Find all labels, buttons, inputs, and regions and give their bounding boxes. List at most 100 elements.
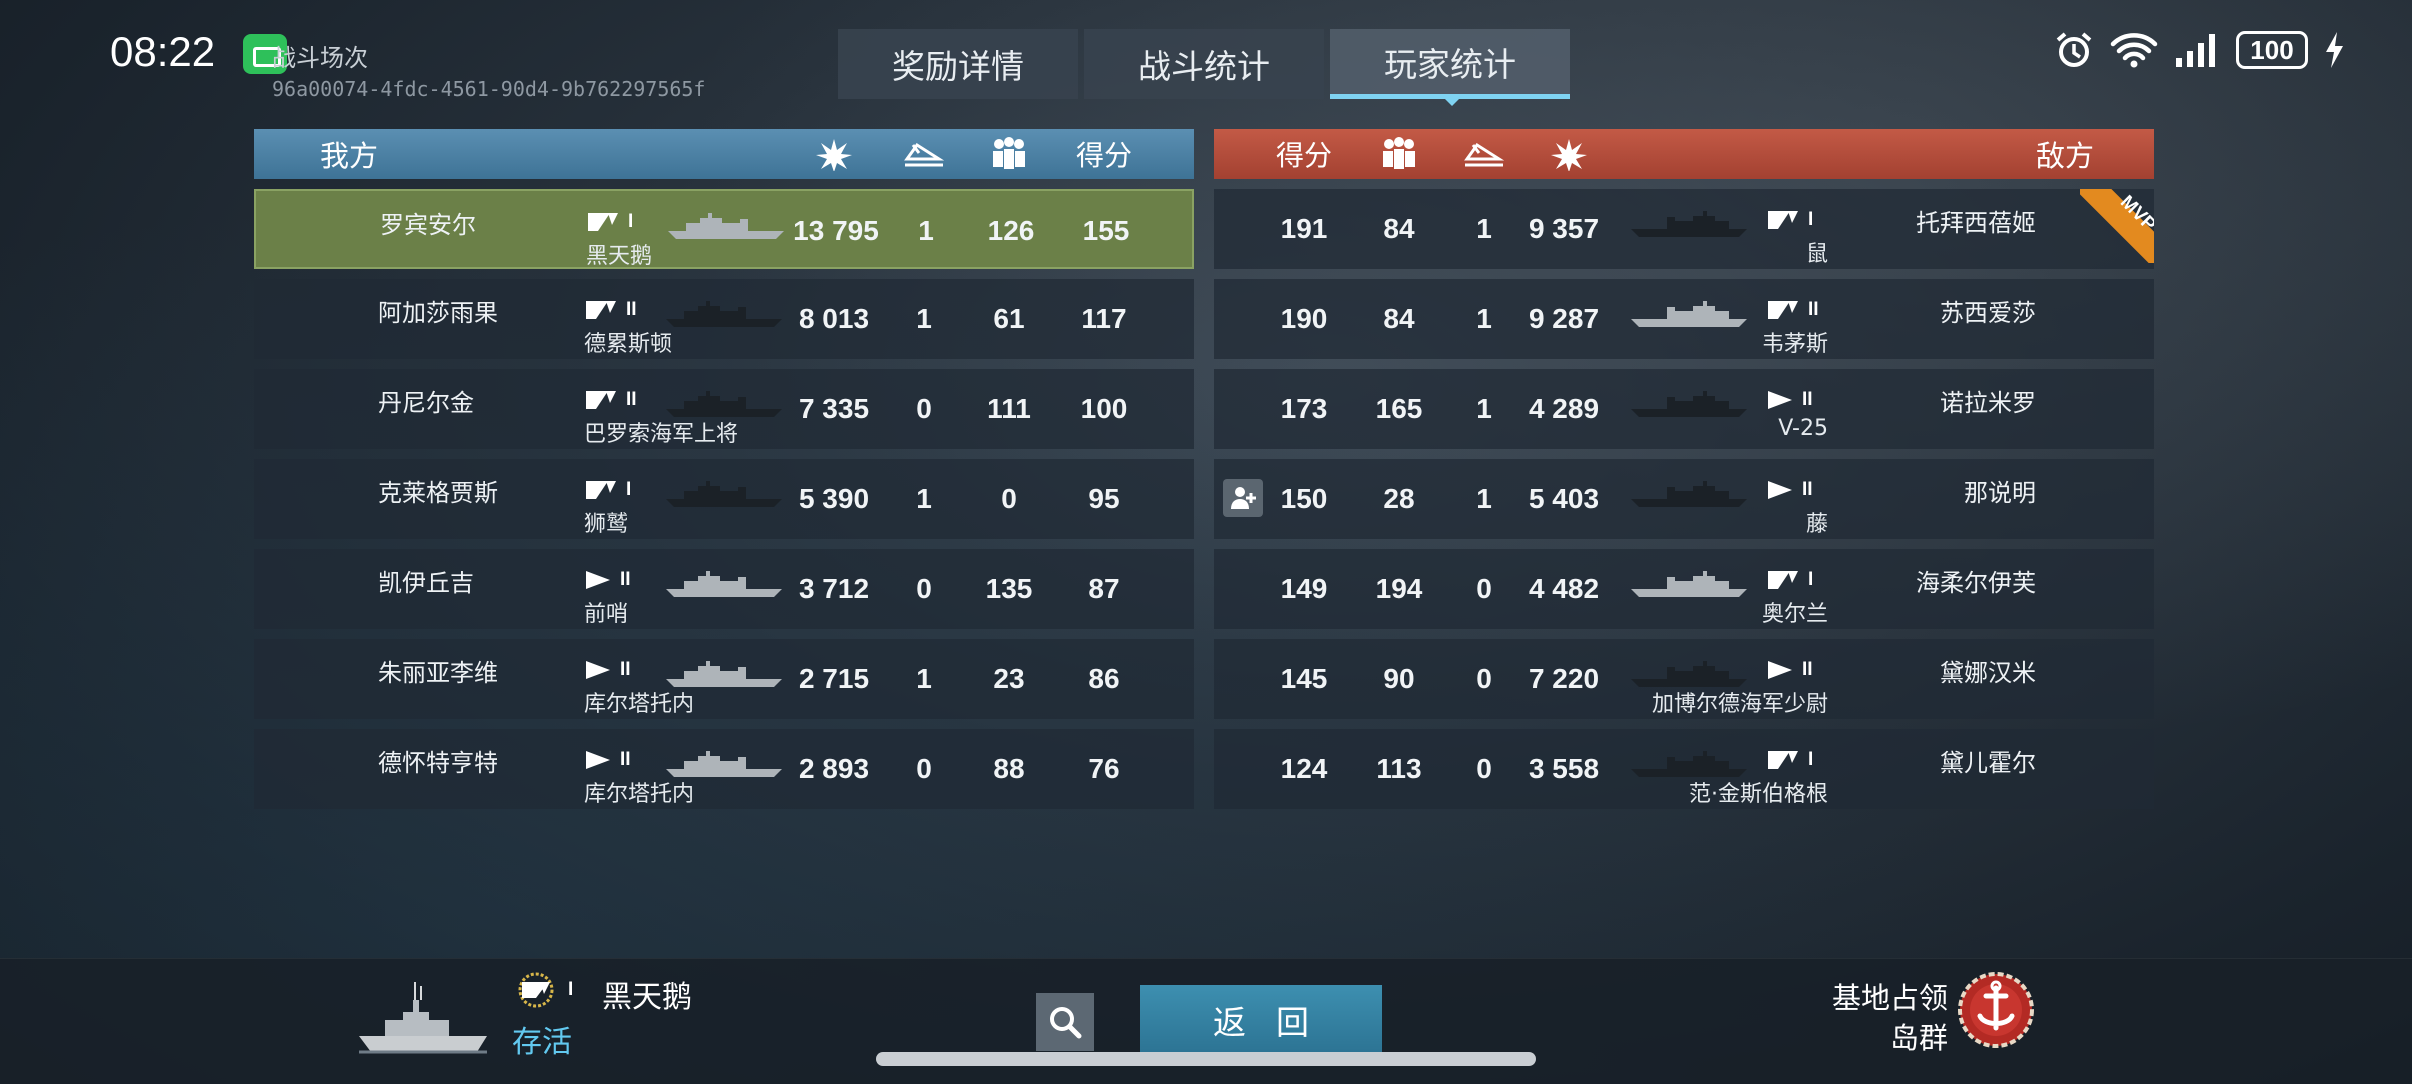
ally-player-row[interactable]: 阿加莎雨果 II 德累斯顿 8 013 1 61 117 [254,279,1194,359]
kills-value: 0 [916,753,932,784]
ship-tier: II [620,749,631,770]
damage-value: 2 893 [798,753,870,784]
damage-value: 13 795 [793,215,879,246]
enemy-team-title: 敌方 [2035,139,2094,173]
damage-value: 4 482 [1528,573,1600,604]
destroyer-class-icon: II [584,299,637,321]
destroyer-class-icon: I [586,211,633,233]
corvette-class-icon: II [584,659,631,681]
assists-value: 194 [1375,573,1423,604]
ship-silhouette-icon [1629,567,1749,605]
ally-player-row[interactable]: 凯伊丘吉 II 前哨 3 712 0 135 87 [254,549,1194,629]
ship-silhouette-icon [1629,207,1749,245]
ship-name: 巴罗索海军上将 [584,422,739,447]
ally-player-row[interactable]: 罗宾安尔 I 黑天鹅 13 795 1 126 155 [254,189,1194,269]
ally-player-row[interactable]: 德怀特亨特 II 库尔塔托内 2 893 0 88 76 [254,729,1194,809]
damage-value: 3 712 [798,573,870,604]
assists-icon [974,129,1044,179]
tab-player-stats[interactable]: 玩家统计 [1330,29,1570,99]
anchor-emblem-icon [1958,972,2034,1048]
score-value: 145 [1280,663,1328,694]
assists-value: 84 [1383,303,1415,334]
player-name: 黛娜汉米 [1940,659,2036,687]
player-name: 阿加莎雨果 [378,299,498,327]
ship-name: 库尔塔托内 [584,692,695,717]
enemy-player-row[interactable]: 150 28 1 5 403 II 藤 那说明 [1214,459,2154,539]
active-tab-pointer [1443,97,1461,106]
kills-value: 0 [1476,663,1492,694]
ship-name: 狮鹫 [584,512,629,537]
ship-tier: II [1808,299,1819,320]
tab-rewards[interactable]: 奖励详情 [838,29,1078,99]
enemy-player-row[interactable]: 191 84 1 9 357 I 鼠 托拜西蓓姬 MVP [1214,189,2154,269]
assists-icon [1364,129,1434,179]
map-name: 岛群 [1889,1021,1948,1055]
ally-score-header: 得分 [1075,139,1132,172]
destroyer-class-icon: I [1766,749,1813,771]
ally-player-row[interactable]: 丹尼尔金 II 巴罗索海军上将 7 335 0 111 100 [254,369,1194,449]
assists-value: 23 [993,663,1025,694]
assists-value: 135 [985,573,1033,604]
ship-tier: I [1808,749,1814,770]
battle-id: 96a00074-4fdc-4561-90d4-9b762297565f [272,77,706,101]
return-button[interactable]: 返回 [1140,985,1382,1055]
assists-value: 90 [1383,663,1415,694]
ally-player-row[interactable]: 朱丽亚李维 II 库尔塔托内 2 715 1 23 86 [254,639,1194,719]
mvp-label: MVP [2115,191,2154,236]
damage-value: 2 715 [798,663,870,694]
ally-player-row[interactable]: 克莱格贾斯 I 狮鹫 5 390 1 0 95 [254,459,1194,539]
ship-image [359,982,487,1054]
wifi-icon [2110,33,2158,68]
destroyer-class-icon: I [1766,569,1813,591]
enemy-player-row[interactable]: 173 165 1 4 289 II V-25 诺拉米罗 [1214,369,2154,449]
player-name: 黛儿霍尔 [1940,749,2036,777]
damage-icon [1539,129,1599,179]
add-friend-button[interactable] [1223,479,1263,517]
damage-value: 5 403 [1528,483,1600,514]
kills-value: 0 [916,393,932,424]
player-name: 罗宾安尔 [380,211,476,239]
assists-value: 165 [1375,393,1423,424]
kills-value: 0 [1476,753,1492,784]
mvp-badge: MVP [2080,189,2154,263]
damage-value: 5 390 [798,483,870,514]
enemy-player-row[interactable]: 124 113 0 3 558 I 范·金斯伯格根 黛儿霍尔 [1214,729,2154,809]
damage-value: 9 287 [1528,303,1600,334]
destroyer-class-icon: I [1766,209,1813,231]
assists-value: 84 [1383,213,1415,244]
enemy-player-row[interactable]: 190 84 1 9 287 II 韦茅斯 苏西爱莎 [1214,279,2154,359]
kills-value: 1 [916,663,932,694]
battle-title: 战斗场次 [272,44,368,72]
destroyer-class-icon [518,972,554,1008]
score-value: 173 [1280,393,1328,424]
ship-tier: I [1808,209,1814,230]
ship-name: 韦茅斯 [1761,332,1828,357]
score-value: 191 [1280,213,1328,244]
enemy-player-row[interactable]: 149 194 0 4 482 I 奥尔兰 海柔尔伊芙 [1214,549,2154,629]
ship-tier: II [1802,659,1813,680]
player-name: 诺拉米罗 [1940,389,2036,417]
tab-battle-stats[interactable]: 战斗统计 [1084,29,1324,99]
status-time: 08:22 [110,28,216,75]
ship-name: 鼠 [1805,242,1828,267]
destroyer-class-icon: I [584,479,631,501]
player-name: 那说明 [1964,479,2036,507]
search-button[interactable] [1036,993,1094,1051]
ship-tier: II [1802,389,1813,410]
ship-silhouette-icon [666,209,786,247]
damage-value: 3 558 [1528,753,1600,784]
damage-value: 9 357 [1528,213,1600,244]
enemy-player-row[interactable]: 145 90 0 7 220 II 加博尔德海军少尉 黛娜汉米 [1214,639,2154,719]
home-indicator[interactable] [876,1052,1536,1066]
ship-silhouette-icon [664,297,784,335]
ship-name: 黑天鹅 [586,244,653,269]
footer-ship-name: 黑天鹅 [602,980,692,1015]
damage-value: 7 220 [1528,663,1600,694]
player-name: 朱丽亚李维 [378,659,498,687]
enemy-score-header: 得分 [1275,139,1332,172]
search-icon [1050,1007,1082,1039]
player-name: 德怀特亨特 [378,749,498,777]
kills-icon [1454,129,1514,179]
enemy-header: 得分 敌方 [1214,129,2154,179]
charging-icon [2326,32,2343,68]
